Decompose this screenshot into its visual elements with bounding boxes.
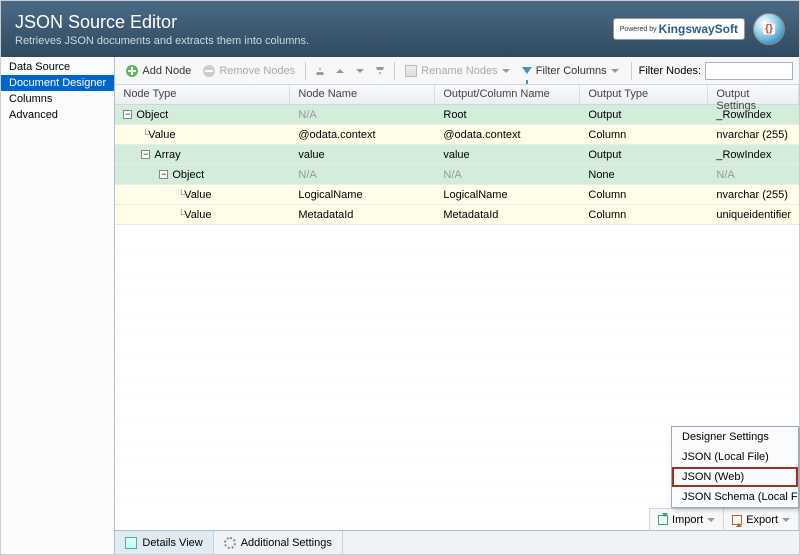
filter-nodes-input[interactable]	[705, 62, 793, 80]
move-bottom-button[interactable]	[371, 65, 389, 77]
import-icon	[658, 515, 668, 525]
table-row[interactable]: └Value@odata.context@odata.contextColumn…	[115, 125, 799, 145]
import-popup-menu: Designer SettingsJSON (Local File)JSON (…	[671, 426, 799, 508]
app-subtitle: Retrieves JSON documents and extracts th…	[15, 35, 309, 47]
up-icon	[336, 69, 344, 73]
chevron-down-icon	[611, 69, 619, 73]
app-header: JSON Source Editor Retrieves JSON docume…	[1, 1, 799, 57]
table-row[interactable]: └ValueMetadataIdMetadataIdColumnuniqueid…	[115, 205, 799, 225]
additional-settings-tab[interactable]: Additional Settings	[214, 531, 343, 554]
table-row[interactable]: −ObjectN/ARootOutput_RowIndex	[115, 105, 799, 125]
details-icon	[125, 537, 137, 549]
expander-icon[interactable]: −	[123, 110, 132, 119]
expander-icon[interactable]: −	[141, 150, 150, 159]
sidebar-item-columns[interactable]: Columns	[1, 91, 114, 107]
expander-icon[interactable]: −	[159, 170, 168, 179]
move-down-button[interactable]	[351, 67, 369, 75]
toolbar: Add Node Remove Nodes Rename Nodes Filte…	[115, 57, 799, 85]
col-output-column[interactable]: Output/Column Name	[435, 85, 580, 104]
popup-item[interactable]: JSON (Local File)	[672, 447, 798, 467]
gear-icon	[224, 537, 236, 549]
col-output-settings[interactable]: Output Settings	[708, 85, 799, 104]
sidebar-item-document-designer[interactable]: Document Designer	[1, 75, 114, 91]
sidebar-item-data-source[interactable]: Data Source	[1, 59, 114, 75]
footer-tabs: Details View Additional Settings	[115, 530, 799, 554]
add-node-button[interactable]: Add Node	[121, 63, 196, 79]
chevron-down-icon	[502, 69, 510, 73]
remove-nodes-button[interactable]: Remove Nodes	[198, 63, 300, 79]
header-logos: Powered by KingswaySoft	[613, 13, 785, 45]
col-node-name[interactable]: Node Name	[290, 85, 435, 104]
details-view-tab[interactable]: Details View	[115, 531, 213, 554]
sidebar-nav: Data SourceDocument DesignerColumnsAdvan…	[1, 57, 115, 554]
funnel-icon	[522, 67, 532, 74]
chevron-down-icon	[782, 518, 790, 522]
popup-item[interactable]: JSON Schema (Local F	[672, 487, 798, 507]
minus-icon	[203, 65, 215, 77]
filter-nodes-label: Filter Nodes:	[639, 65, 701, 77]
import-button[interactable]: Import	[650, 509, 724, 530]
double-up-icon	[316, 67, 324, 75]
sidebar-item-advanced[interactable]: Advanced	[1, 107, 114, 123]
export-button[interactable]: Export	[724, 509, 799, 530]
json-orb-icon	[753, 13, 785, 45]
table-row[interactable]: −ArrayvaluevalueOutput_RowIndex	[115, 145, 799, 165]
table-row[interactable]: └ValueLogicalNameLogicalNameColumnnvarch…	[115, 185, 799, 205]
down-icon	[356, 69, 364, 73]
kingswaysoft-logo[interactable]: Powered by KingswaySoft	[613, 18, 745, 40]
col-output-type[interactable]: Output Type	[580, 85, 708, 104]
grid-header: Node Type Node Name Output/Column Name O…	[115, 85, 799, 105]
col-node-type[interactable]: Node Type	[115, 85, 290, 104]
export-icon	[732, 515, 742, 525]
chevron-down-icon	[707, 518, 715, 522]
popup-item[interactable]: Designer Settings	[672, 427, 798, 447]
rename-nodes-button[interactable]: Rename Nodes	[400, 63, 514, 79]
filter-columns-button[interactable]: Filter Columns	[517, 63, 624, 79]
app-title: JSON Source Editor	[15, 12, 309, 33]
move-up-button[interactable]	[331, 67, 349, 75]
rename-icon	[405, 65, 417, 77]
bottom-bar: Import Export	[649, 508, 799, 530]
move-top-button[interactable]	[311, 65, 329, 77]
popup-item[interactable]: JSON (Web)	[672, 467, 798, 487]
table-row[interactable]: −ObjectN/AN/ANoneN/A	[115, 165, 799, 185]
main-panel: Add Node Remove Nodes Rename Nodes Filte…	[115, 57, 799, 554]
plus-icon	[126, 65, 138, 77]
double-down-icon	[376, 67, 384, 75]
